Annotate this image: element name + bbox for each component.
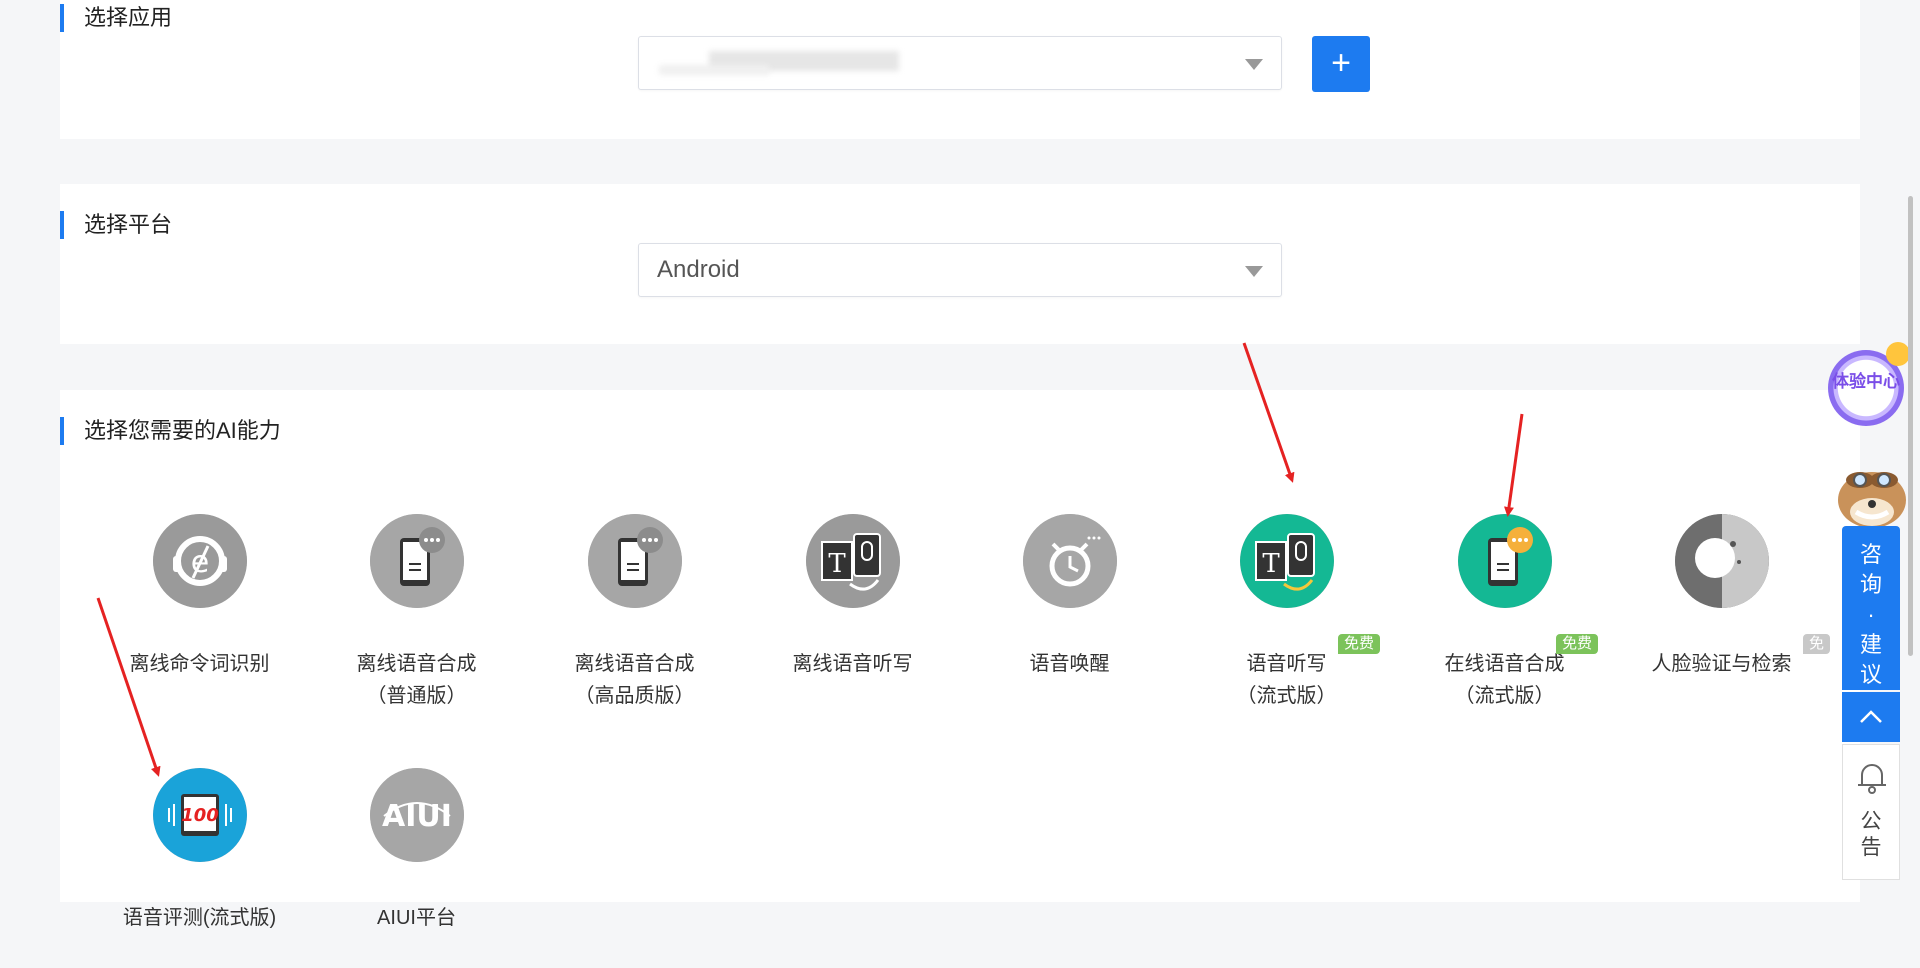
capability-label: 语音听写 （流式版） bbox=[1178, 648, 1395, 712]
platform-select-value: Android bbox=[657, 256, 740, 283]
svg-text:AIUI: AIUI bbox=[382, 799, 452, 834]
chevron-down-icon bbox=[1245, 59, 1263, 70]
capability-label-line1: 离线语音合成 bbox=[574, 653, 695, 675]
select-platform-title: 选择平台 bbox=[60, 211, 172, 239]
svg-text:T: T bbox=[1262, 549, 1280, 579]
capability-label: 离线语音合成 （高品质版） bbox=[526, 648, 743, 712]
mascot-dog-icon bbox=[1838, 472, 1906, 528]
consult-suggest-label: 咨询·建议 bbox=[1859, 542, 1882, 687]
phone-chat-icon bbox=[370, 514, 464, 608]
consult-suggest-button[interactable]: 咨询·建议 bbox=[1842, 526, 1900, 690]
capability-label: 在线语音合成 （流式版） bbox=[1396, 648, 1613, 712]
capability-label-line1: AIUI平台 bbox=[377, 907, 456, 929]
svg-text:T: T bbox=[828, 549, 846, 579]
capability-offline-tts-standard[interactable]: 离线语音合成 （普通版） bbox=[308, 514, 525, 714]
app-select[interactable] bbox=[638, 36, 1282, 90]
headset-mic-icon: e bbox=[153, 514, 247, 608]
add-app-button[interactable]: + bbox=[1312, 36, 1370, 92]
select-app-title: 选择应用 bbox=[60, 4, 172, 32]
capability-offline-tts-hq[interactable]: 离线语音合成 （高品质版） bbox=[526, 514, 743, 714]
capability-online-tts-streaming[interactable]: 在线语音合成 （流式版） 免费 bbox=[1396, 514, 1613, 714]
capability-label: 语音评测(流式版) bbox=[91, 902, 308, 934]
capability-label: 人脸验证与检索 bbox=[1613, 648, 1830, 680]
capability-label-line2: （普通版） bbox=[366, 685, 467, 707]
capability-label-line1: 语音唤醒 bbox=[1029, 653, 1110, 675]
chevron-down-icon bbox=[1245, 266, 1263, 277]
text-mic-icon: T bbox=[1240, 514, 1334, 608]
capability-offline-command-recognition[interactable]: e 离线命令词识别 bbox=[91, 514, 308, 714]
capability-label-line1: 离线语音合成 bbox=[356, 653, 477, 675]
bell-icon bbox=[1858, 764, 1886, 794]
ai-abilities-title: 选择您需要的AI能力 bbox=[60, 417, 281, 445]
score-100-icon: 100 bbox=[153, 768, 247, 862]
page-scrollbar[interactable] bbox=[1908, 196, 1913, 656]
capability-speech-evaluation[interactable]: 100 语音评测(流式版) bbox=[91, 768, 308, 968]
capability-label-line2: （高品质版） bbox=[574, 685, 695, 707]
phone-chat-icon bbox=[588, 514, 682, 608]
capability-dictation-streaming[interactable]: T 语音听写 （流式版） 免费 bbox=[1178, 514, 1395, 714]
capability-label: 离线语音合成 （普通版） bbox=[308, 648, 525, 712]
face-icon bbox=[1675, 514, 1769, 608]
chevron-up-icon bbox=[1860, 710, 1882, 723]
capability-label: 语音唤醒 bbox=[961, 648, 1178, 680]
capability-label-line2: （流式版） bbox=[1236, 685, 1337, 707]
capability-label-line1: 人脸验证与检索 bbox=[1651, 653, 1792, 675]
capability-label-line1: 离线命令词识别 bbox=[129, 653, 270, 675]
capability-aiui-platform[interactable]: AIUI AIUI平台 bbox=[308, 768, 525, 968]
select-platform-panel: 选择平台 Android bbox=[60, 184, 1860, 344]
back-to-top-button[interactable] bbox=[1842, 692, 1900, 742]
experience-center-label: 体验中心 bbox=[1832, 372, 1900, 391]
ai-abilities-panel: 选择您需要的AI能力 e 离线命令词识别 离线语音合成 （普通版） 离线语音合成 （… bbox=[60, 390, 1860, 929]
svg-text:100: 100 bbox=[181, 805, 219, 826]
capability-label: 离线语音听写 bbox=[744, 648, 961, 680]
redacted-app-name-2 bbox=[659, 65, 769, 75]
capability-label: AIUI平台 bbox=[308, 902, 525, 934]
free-badge: 免费 bbox=[1556, 634, 1599, 654]
text-mic-icon: T bbox=[806, 514, 900, 608]
platform-select[interactable]: Android bbox=[638, 243, 1282, 297]
select-app-panel: 选择应用 + bbox=[60, 0, 1860, 139]
capability-label-line2: （流式版） bbox=[1454, 685, 1555, 707]
capability-label-line1: 离线语音听写 bbox=[792, 653, 913, 675]
free-badge: 免费 bbox=[1803, 634, 1831, 672]
capability-voice-wakeup[interactable]: 语音唤醒 bbox=[961, 514, 1178, 714]
alarm-clock-icon bbox=[1023, 514, 1117, 608]
capability-face-verify[interactable]: 人脸验证与检索 免费 bbox=[1613, 514, 1831, 714]
aiui-logo-icon: AIUI bbox=[370, 768, 464, 862]
free-badge: 免费 bbox=[1338, 634, 1381, 654]
phone-chat-icon bbox=[1458, 514, 1552, 608]
notice-button[interactable]: 公告 bbox=[1842, 744, 1900, 880]
notification-dot-icon bbox=[1886, 342, 1910, 366]
capability-label: 离线命令词识别 bbox=[91, 648, 308, 680]
capability-offline-dictation[interactable]: T 离线语音听写 bbox=[744, 514, 961, 714]
capability-label-line1: 语音评测(流式版) bbox=[122, 907, 277, 929]
experience-center-button[interactable]: 体验中心 bbox=[1828, 342, 1910, 426]
notice-label: 公告 bbox=[1860, 810, 1882, 859]
